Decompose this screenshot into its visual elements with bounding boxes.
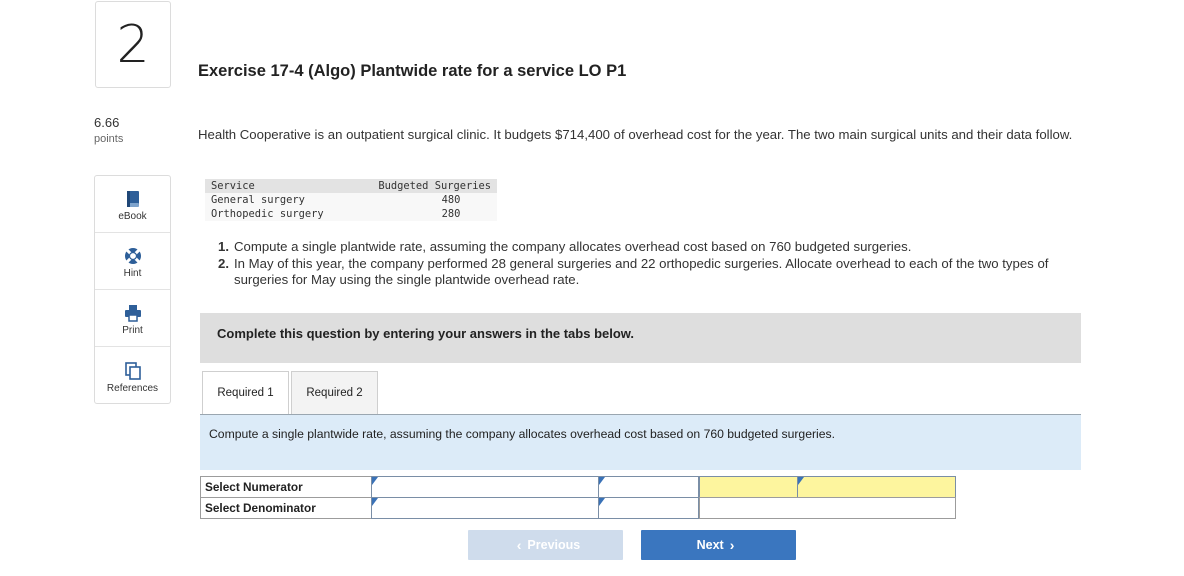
plantwide-rate-input[interactable] <box>797 476 956 498</box>
instructions-banner: Complete this question by entering your … <box>200 313 1081 363</box>
table-cell-service: Orthopedic surgery <box>205 207 351 221</box>
requirement-item: 1. Compute a single plantwide rate, assu… <box>218 239 1078 256</box>
references-icon <box>124 361 141 381</box>
tab-required-2[interactable]: Required 2 <box>291 371 378 415</box>
table-cell-surgeries: 480 <box>351 193 497 207</box>
denominator-select[interactable] <box>371 497 599 519</box>
hint-label: Hint <box>123 268 142 279</box>
table-cell-service: General surgery <box>205 193 351 207</box>
empty-cell <box>699 497 956 519</box>
next-button[interactable]: Next › <box>641 530 796 560</box>
book-icon <box>125 189 141 209</box>
tab-required-1[interactable]: Required 1 <box>202 371 289 416</box>
table-row: General surgery 480 <box>205 193 497 207</box>
references-label: References <box>106 383 159 394</box>
tab-instruction: Compute a single plantwide rate, assumin… <box>200 415 1081 470</box>
requirement-item: 2. In May of this year, the company perf… <box>218 256 1078 289</box>
requirement-number: 2. <box>218 255 229 271</box>
table-header-service: Service <box>205 179 351 193</box>
denominator-amount-input[interactable] <box>598 497 699 519</box>
numerator-label: Select Numerator <box>200 476 372 498</box>
ebook-label: eBook <box>118 211 147 222</box>
requirement-number: 1. <box>218 239 229 254</box>
ebook-button[interactable]: eBook <box>95 176 170 233</box>
table-header-row: Service Budgeted Surgeries <box>205 179 497 193</box>
numerator-select[interactable] <box>371 476 599 498</box>
points-value: 6.66 <box>94 115 120 130</box>
requirement-text: In May of this year, the company perform… <box>234 255 1049 288</box>
exercise-intro: Health Cooperative is an outpatient surg… <box>198 127 1073 142</box>
table-header-budgeted: Budgeted Surgeries <box>351 179 497 193</box>
requirement-text: Compute a single plantwide rate, assumin… <box>234 239 912 254</box>
print-label: Print <box>122 325 143 336</box>
hint-button[interactable]: Hint <box>95 233 170 290</box>
next-label: Next <box>696 538 724 552</box>
denominator-label: Select Denominator <box>200 497 372 519</box>
previous-label: Previous <box>527 538 581 552</box>
table-row: Orthopedic surgery 280 <box>205 207 497 221</box>
rate-basis-select[interactable] <box>699 476 798 498</box>
printer-icon <box>124 303 142 323</box>
tools-panel: eBook Hint Print References <box>94 175 171 404</box>
lifebuoy-icon <box>124 246 142 266</box>
requirements-list: 1. Compute a single plantwide rate, assu… <box>218 239 1078 289</box>
exercise-title: Exercise 17-4 (Algo) Plantwide rate for … <box>198 62 627 80</box>
question-number-box: 2 <box>95 1 171 88</box>
chevron-left-icon: ‹ <box>516 537 522 553</box>
points-panel: 6.66 points <box>94 115 123 147</box>
numerator-amount-input[interactable] <box>598 476 699 498</box>
question-number: 2 <box>116 14 150 75</box>
surgeries-table: Service Budgeted Surgeries General surge… <box>205 179 497 221</box>
chevron-right-icon: › <box>729 537 735 553</box>
table-cell-surgeries: 280 <box>351 207 497 221</box>
points-label: points <box>94 133 124 145</box>
print-button[interactable]: Print <box>95 290 170 347</box>
previous-button[interactable]: ‹ Previous <box>468 530 623 560</box>
references-button[interactable]: References <box>95 347 170 404</box>
